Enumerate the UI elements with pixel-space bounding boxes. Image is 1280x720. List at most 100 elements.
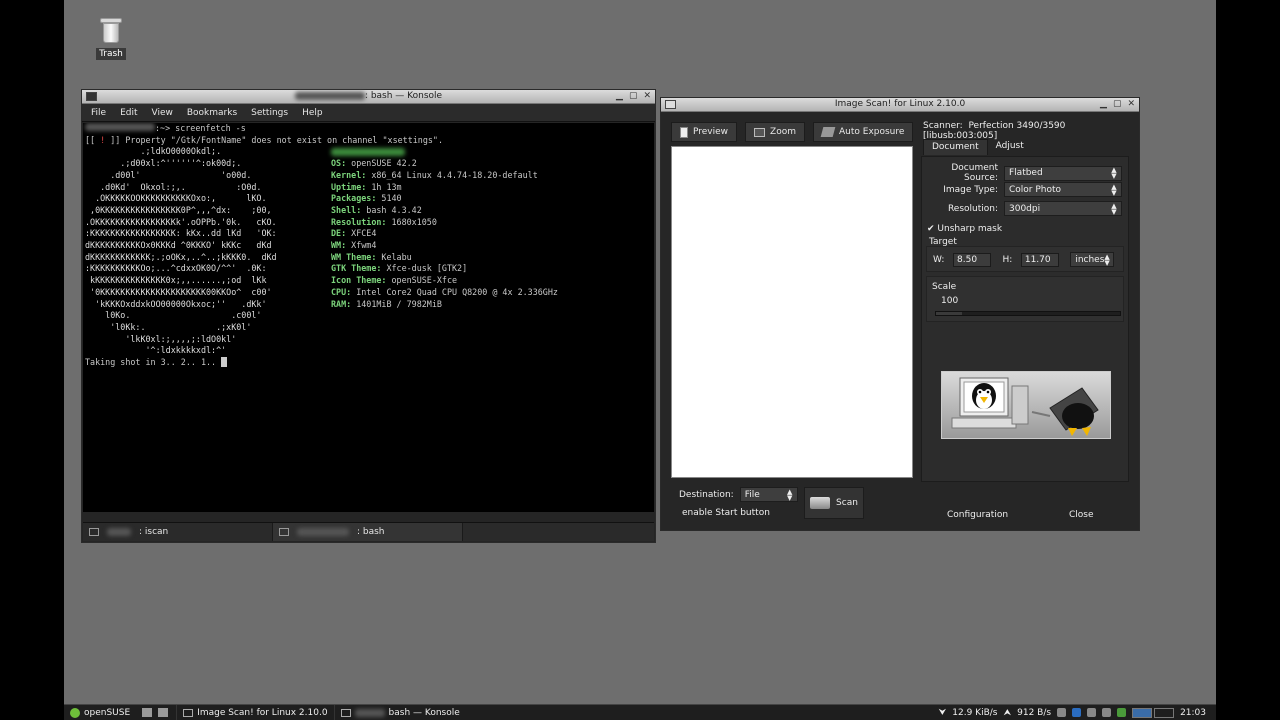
iscan-window[interactable]: Image Scan! for Linux 2.10.0 ▁ ▢ ✕ Previ… [660,97,1140,531]
file-manager-icon[interactable] [142,708,153,717]
menu-settings[interactable]: Settings [246,106,293,120]
ascii-art-line: .OKKKKKKKKKKKKKKKKk'.oOPPb.'0k. cKO. [85,216,277,227]
maximize-icon[interactable]: ▢ [629,91,638,101]
width-input[interactable]: 8.50 [953,252,991,267]
destination-value: File [744,489,760,500]
height-label: H: [1002,254,1013,265]
download-arrow-icon: ⮟ [938,707,947,718]
sysinfo-line: DE: XFCE4 [331,228,376,240]
sysinfo-value: Kelabu [376,251,412,262]
menu-help[interactable]: Help [297,106,328,120]
image-type-select[interactable]: Color Photo ▲ ▼ [1004,182,1122,197]
sysinfo-key: Shell: [331,204,362,215]
start-menu-button[interactable]: openSUSE [64,705,136,720]
zoom-button[interactable]: Zoom [745,122,805,142]
menu-file[interactable]: File [86,106,111,120]
volume-icon[interactable] [1057,708,1067,717]
ascii-art-line: .;ldkO0000Okdl;. [85,146,222,157]
ascii-art-line: :KKKKKKKKKKOo;...^cdxxOK0O/^^' .0K: [85,263,267,274]
prompt-line: :~> screenfetch -s [155,123,246,133]
preview-area[interactable] [671,146,913,478]
clock[interactable]: 21:03 [1180,708,1206,718]
close-icon[interactable]: ✕ [1127,99,1135,109]
destination-select[interactable]: File ▲ ▼ [739,487,798,502]
menu-bookmarks[interactable]: Bookmarks [182,106,242,120]
network-icon[interactable] [1087,708,1097,717]
last-line: Taking shot in 3.. 2.. 1.. [85,357,222,368]
screenfetch-row: l0Ko. .c00l' [85,310,652,322]
auto-exposure-button[interactable]: Auto Exposure [813,122,914,142]
resolution-select[interactable]: 300dpi ▲ ▼ [1004,201,1122,216]
scanner-info: Scanner: Perfection 3490/3590 [libusb:00… [923,121,1139,141]
ascii-art-line: 'lkK0xl:;,,,,;:ldO0kl' [85,333,237,344]
sysinfo-key: GTK Theme: [331,263,382,274]
spin-arrows-icon: ▲ ▼ [786,487,793,502]
destination-label: Destination: [679,489,734,500]
doc-source-select[interactable]: Flatbed ▲ ▼ [1004,165,1122,181]
ascii-art-line: '0KKKKKKKKKKKKKKKKKKKKK00KKOo^ c00' [85,286,272,297]
ascii-art-line: .OKKKKKOOKKKKKKKKKKOxo:, lKO. [85,193,267,204]
scale-slider[interactable] [935,311,1121,316]
minimize-icon[interactable]: ▁ [1100,99,1107,109]
taskbar-window-konsole[interactable]: bash — Konsole [333,705,466,720]
enable-start-checkbox[interactable]: enable Start button [682,508,770,518]
tab-adjust[interactable]: Adjust [988,139,1032,155]
start-label: openSUSE [84,707,131,718]
battery-icon[interactable] [1102,708,1112,717]
scale-value: 100 [941,296,959,306]
tab-document[interactable]: Document [923,139,988,155]
unsharp-checkbox[interactable]: ✔ Unsharp mask [927,224,1002,234]
tab-iscan[interactable]: : iscan [83,523,273,541]
minimize-icon[interactable]: ▁ [616,91,623,101]
tab-bash[interactable]: : bash [273,523,463,541]
taskbar-window-label: Image Scan! for Linux 2.10.0 [197,707,328,718]
menu-view[interactable]: View [147,106,178,120]
screenfetch-row: 'kKKKOxddxkOO00000Okxoc;'' .dKk' RAM: 140… [85,299,652,311]
width-label: W: [933,254,945,265]
taskbar-window-label: bash — Konsole [388,707,460,718]
screenfetch-block: .;ldkO0000Okdl;. .;d00xl:^''''''^:ok00d;… [85,146,652,357]
taskbar: openSUSE Image Scan! for Linux 2.10.0 ba… [64,704,1216,720]
preview-button[interactable]: Preview [671,122,738,142]
spin-arrows-icon: ▲ ▼ [1104,252,1110,267]
destination-row: Destination: File ▲ ▼ [679,487,798,502]
workspace-1[interactable] [1132,707,1153,718]
doc-source-value: Flatbed [1009,168,1043,178]
screenfetch-row: dKKKKKKKKKKOx0KKKd ^0KKKO' kKKc dKd WM: X… [85,240,652,252]
window-title: : bash — Konsole [364,91,443,101]
scan-button[interactable]: Scan [804,487,864,519]
ascii-art-line: .d0Kd' Okxol:;,. :O0d. [85,181,262,192]
user-host-blurred [331,146,405,158]
sysinfo-key: Icon Theme: [331,275,387,286]
document-icon [680,126,688,138]
maximize-icon[interactable]: ▢ [1113,99,1122,109]
workspace-2[interactable] [1154,707,1175,718]
spin-arrows-icon: ▲ ▼ [1111,166,1117,180]
close-icon[interactable]: ✕ [643,91,651,101]
sysinfo-line: OS: openSUSE 42.2 [331,158,417,170]
sysinfo-key: Kernel: [331,169,367,180]
hp-printer-icon[interactable] [1072,708,1082,717]
workspace-pager[interactable] [1132,707,1175,718]
konsole-titlebar[interactable]: : bash — Konsole ▁ ▢ ✕ [82,90,655,104]
warning-prefix: [[ [85,134,101,145]
desktop-icon-trash[interactable]: Trash [94,16,128,60]
screenfetch-row: 'lkK0xl:;,,,,;:ldO0kl' [85,334,652,346]
scan-label: Scan [836,498,858,508]
units-select[interactable]: inches ▲ ▼ [1070,252,1115,267]
sysinfo-key: WM: [331,240,347,251]
close-button[interactable]: Close [1061,508,1102,522]
menu-edit[interactable]: Edit [115,106,142,120]
terminal-output[interactable]: :~> screenfetch -s [[ ! ]] Property "/Gt… [83,123,654,512]
konsole-window[interactable]: : bash — Konsole ▁ ▢ ✕ File Edit View Bo… [81,89,656,543]
screenfetch-row: :KKKKKKKKKKKKKKKKK: kKx..dd lKd 'OK: DE: … [85,228,652,240]
sysinfo-key: RAM: [331,298,352,309]
ascii-art-line: kKKKKKKKKKKKKKK0x;,,......,;od lKk [85,275,267,286]
taskbar-window-iscan[interactable]: Image Scan! for Linux 2.10.0 [176,705,333,720]
tray-app-icon[interactable] [1117,708,1127,717]
configuration-button[interactable]: Configuration [939,508,1016,522]
sysinfo-key: WM Theme: [331,251,377,262]
terminal-launcher-icon[interactable] [158,708,169,717]
height-input[interactable]: 11.70 [1020,252,1059,267]
iscan-titlebar[interactable]: Image Scan! for Linux 2.10.0 ▁ ▢ ✕ [661,98,1139,112]
